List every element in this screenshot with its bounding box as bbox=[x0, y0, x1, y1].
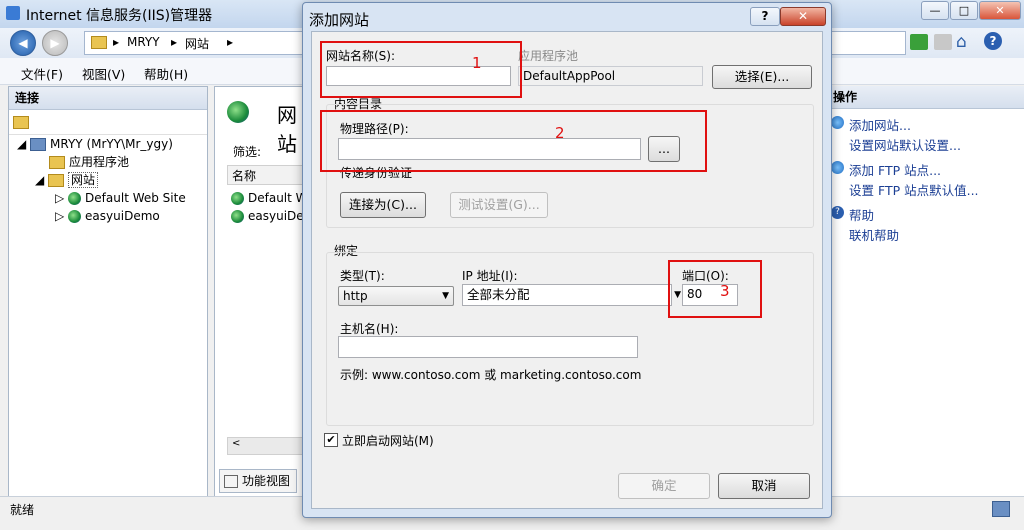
connect-as-button[interactable]: 连接为(C)... bbox=[340, 192, 426, 218]
action-ftp-defaults[interactable]: 设置 FTP 站点默认值... bbox=[849, 180, 979, 199]
tree-item-easyuidemo[interactable]: ▷ easyuiDemo bbox=[55, 207, 160, 225]
breadcrumb-mryy[interactable]: MRYY bbox=[127, 35, 160, 49]
app-pool-field: DefaultAppPool bbox=[518, 66, 703, 86]
cancel-button[interactable]: 取消 bbox=[718, 473, 810, 499]
action-add-site[interactable]: 添加网站... bbox=[849, 115, 911, 134]
connections-toolbar bbox=[9, 110, 207, 135]
help-icon[interactable]: ? bbox=[984, 32, 1002, 50]
action-add-ftp[interactable]: 添加 FTP 站点... bbox=[849, 160, 941, 179]
column-header-label: 名称 bbox=[232, 169, 257, 183]
tree-label-app-pools: 应用程序池 bbox=[69, 155, 130, 169]
tree-item-default-web-site[interactable]: ▷ Default Web Site bbox=[55, 189, 186, 207]
tree-item-server[interactable]: ◢ MRYY (MrYY\Mr_ygy) bbox=[17, 135, 173, 153]
action-site-defaults[interactable]: 设置网站默认设置... bbox=[849, 135, 961, 154]
expand-icon[interactable]: ▷ bbox=[55, 209, 68, 223]
connections-header: 连接 bbox=[9, 87, 207, 110]
globe-icon bbox=[231, 192, 244, 205]
actions-header: 操作 bbox=[827, 86, 1024, 109]
add-ftp-icon bbox=[831, 161, 844, 174]
forward-icon[interactable]: ▶ bbox=[42, 30, 68, 56]
annotation-box-3 bbox=[668, 260, 762, 318]
ip-address-value: 全部未分配 bbox=[467, 287, 530, 302]
type-select-value: http bbox=[343, 289, 368, 303]
folder-icon bbox=[91, 35, 111, 49]
host-name-label: 主机名(H): bbox=[340, 322, 399, 336]
list-item[interactable]: Default W bbox=[231, 189, 308, 207]
breadcrumb-sites[interactable]: 网站 bbox=[185, 35, 209, 52]
back-icon[interactable]: ◀ bbox=[10, 30, 36, 56]
iis-app-icon bbox=[6, 6, 20, 20]
ip-address-label: IP 地址(I): bbox=[462, 269, 518, 283]
start-site-checkbox[interactable]: ✔ bbox=[324, 433, 338, 447]
scroll-left-icon[interactable]: < bbox=[232, 438, 240, 449]
dialog-close-icon[interactable]: ✕ bbox=[780, 7, 826, 26]
start-site-label[interactable]: 立即启动网站(M) bbox=[342, 432, 434, 449]
horizontal-scrollbar[interactable]: < bbox=[227, 437, 309, 455]
collapse-icon[interactable]: ◢ bbox=[35, 173, 48, 187]
actions-panel: 操作 添加网站... 设置网站默认设置... 添加 FTP 站点... 设置 F… bbox=[826, 86, 1024, 496]
tree-label-easyuidemo: easyuiDemo bbox=[85, 209, 160, 223]
column-header-name[interactable]: 名称 bbox=[227, 165, 307, 185]
annotation-box-1 bbox=[320, 41, 522, 98]
breadcrumb-separator-icon: ▸ bbox=[171, 35, 178, 49]
app-pool-label: 应用程序池 bbox=[518, 49, 579, 63]
type-select[interactable]: http ▼ bbox=[338, 286, 454, 306]
action-online-help[interactable]: 联机帮助 bbox=[849, 225, 899, 244]
select-app-pool-button[interactable]: 选择(E)... bbox=[712, 65, 812, 89]
breadcrumb-separator-icon: ▸ bbox=[227, 35, 234, 49]
sites-globe-icon bbox=[227, 101, 249, 123]
sites-folder-icon bbox=[48, 174, 65, 187]
home-icon[interactable]: ⌂ bbox=[956, 32, 967, 52]
app-pool-icon bbox=[49, 156, 65, 169]
annotation-number-2: 2 bbox=[555, 124, 565, 142]
menu-help[interactable]: 帮助(H) bbox=[144, 64, 188, 83]
dialog-title: 添加网站 bbox=[309, 11, 370, 29]
breadcrumb-separator-icon: ▸ bbox=[113, 35, 120, 49]
list-item-label: Default W bbox=[248, 191, 308, 205]
connections-panel: 连接 ◢ MRYY (MrYY\Mr_ygy) 应用程序池 ◢ 网站 ▷ Def… bbox=[8, 86, 208, 498]
tree-label-sites: 网站 bbox=[68, 172, 99, 188]
host-name-input[interactable] bbox=[338, 336, 638, 358]
ip-address-combo[interactable]: 全部未分配 ▼ bbox=[462, 284, 681, 306]
minimize-button[interactable]: — bbox=[921, 1, 949, 20]
refresh-icon[interactable] bbox=[910, 34, 928, 50]
chevron-down-icon: ▼ bbox=[442, 291, 449, 301]
menu-file[interactable]: 文件(F) bbox=[21, 64, 63, 83]
test-settings-button[interactable]: 测试设置(G)... bbox=[450, 192, 548, 218]
sites-content-panel: 网站 筛选: 名称 Default W easyuiDem < 功能视图 bbox=[214, 86, 315, 498]
annotation-number-1: 1 bbox=[472, 54, 482, 72]
annotation-number-3: 3 bbox=[720, 282, 730, 300]
action-help[interactable]: 帮助 bbox=[849, 205, 874, 224]
globe-icon bbox=[231, 210, 244, 223]
add-site-icon bbox=[831, 116, 844, 129]
server-icon bbox=[30, 138, 47, 151]
help-icon: ? bbox=[831, 206, 844, 219]
globe-icon bbox=[68, 210, 82, 223]
maximize-button[interactable]: □ bbox=[950, 1, 978, 20]
tab-features-view-label: 功能视图 bbox=[242, 474, 291, 488]
stop-icon[interactable] bbox=[934, 34, 952, 50]
tree-item-app-pools[interactable]: 应用程序池 bbox=[49, 153, 129, 171]
dialog-help-button[interactable]: ? bbox=[750, 7, 780, 26]
network-status-icon bbox=[992, 501, 1010, 517]
connect-icon[interactable] bbox=[13, 115, 33, 129]
globe-icon bbox=[68, 192, 82, 205]
menu-view[interactable]: 视图(V) bbox=[82, 64, 125, 83]
tab-features-view[interactable]: 功能视图 bbox=[219, 469, 298, 493]
annotation-box-2 bbox=[320, 110, 707, 172]
collapse-icon[interactable]: ◢ bbox=[17, 137, 30, 151]
expand-icon[interactable]: ▷ bbox=[55, 191, 68, 205]
tree-label-default-web-site: Default Web Site bbox=[85, 191, 186, 205]
features-view-icon bbox=[224, 475, 238, 488]
status-text: 就绪 bbox=[10, 503, 35, 517]
ok-button[interactable]: 确定 bbox=[618, 473, 710, 499]
tree-item-sites[interactable]: ◢ 网站 bbox=[35, 171, 99, 189]
example-text: 示例: www.contoso.com 或 marketing.contoso.… bbox=[340, 368, 642, 382]
window-title: Internet 信息服务(IIS)管理器 bbox=[26, 8, 213, 24]
close-button[interactable]: ✕ bbox=[979, 1, 1021, 20]
filter-label: 筛选: bbox=[233, 145, 262, 159]
tree-label-server: MRYY (MrYY\Mr_ygy) bbox=[50, 137, 173, 151]
type-label: 类型(T): bbox=[340, 269, 385, 283]
